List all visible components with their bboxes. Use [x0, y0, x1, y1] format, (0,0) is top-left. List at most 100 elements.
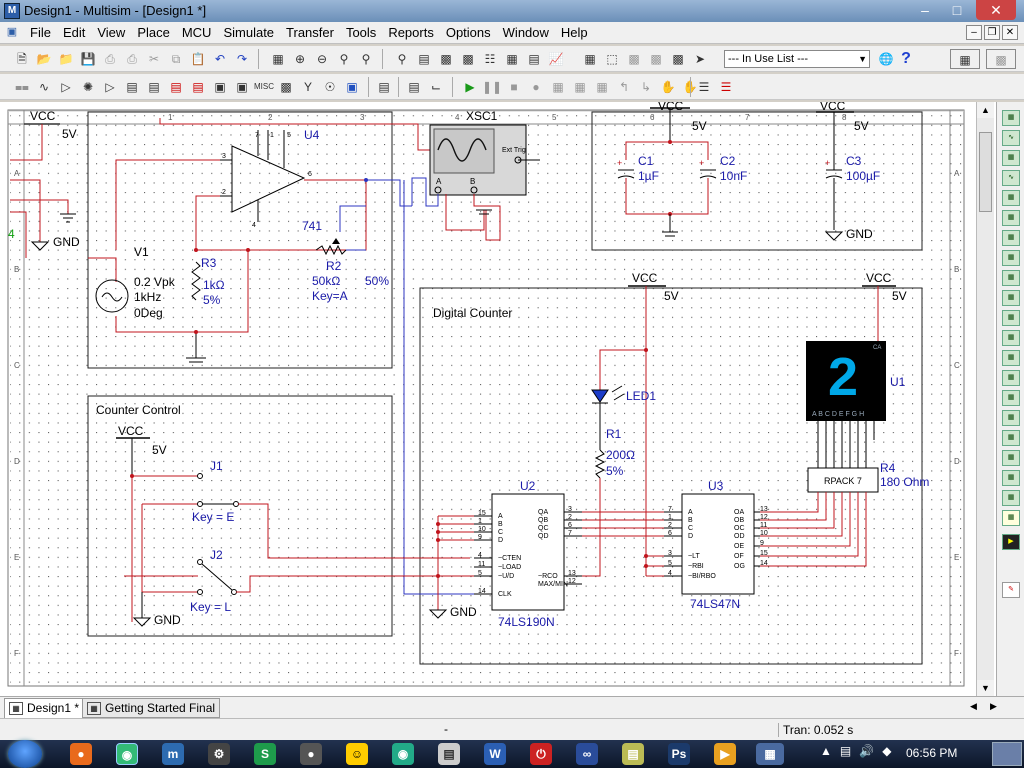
scroll-down-button[interactable]: ▼ [977, 680, 994, 696]
notepad-icon[interactable]: ▤ [438, 743, 460, 765]
step-icon[interactable]: ▦ [548, 77, 568, 97]
oscilloscope-icon[interactable]: ∿ [1002, 170, 1020, 186]
step-over-icon[interactable]: ▦ [592, 77, 612, 97]
step-out-icon[interactable]: ↰ [614, 77, 634, 97]
tektronix-scope-icon[interactable]: ▦ [1002, 450, 1020, 466]
mixed-icon[interactable]: ▤ [188, 77, 208, 97]
mdi-restore-button[interactable]: ❐ [984, 25, 1000, 40]
labview-icon[interactable]: ▦ [1002, 470, 1020, 486]
zoom-out-icon[interactable]: ⊖ [312, 49, 332, 69]
iv-analyzer-icon[interactable]: ▦ [1002, 310, 1020, 326]
mdi-minimize-button[interactable]: – [966, 25, 982, 40]
help-icon[interactable]: ? [896, 49, 916, 69]
menu-options[interactable]: Options [440, 22, 497, 43]
misc-digital-icon[interactable]: ▤ [166, 77, 186, 97]
indicator-icon[interactable]: ▣ [210, 77, 230, 97]
menu-mcu[interactable]: MCU [176, 22, 218, 43]
ttl-icon[interactable]: ▤ [122, 77, 142, 97]
database-icon[interactable]: ☷ [480, 49, 500, 69]
show-desktop-button[interactable] [992, 742, 1022, 766]
maximize-button[interactable]: □ [942, 0, 972, 20]
menu-tools[interactable]: Tools [340, 22, 382, 43]
area-select-icon[interactable]: ⬚ [602, 49, 622, 69]
tab-design1[interactable]: ▦ Design1 * [4, 698, 85, 718]
distortion-analyzer-icon[interactable]: ▦ [1002, 330, 1020, 346]
probe-icon[interactable]: ● [526, 77, 546, 97]
multisim-app-icon[interactable]: M [4, 3, 20, 19]
menu-reports[interactable]: Reports [382, 22, 440, 43]
tab-getting-started-final[interactable]: ▦ Getting Started Final [82, 698, 221, 718]
stop-simulation-icon[interactable]: ■ [504, 77, 524, 97]
skype-icon[interactable]: S [254, 743, 276, 765]
basic-icon[interactable]: ∿ [34, 77, 54, 97]
pen-icon[interactable]: ✎ [1002, 582, 1020, 598]
power-icon[interactable]: ▣ [232, 77, 252, 97]
menu-transfer[interactable]: Transfer [280, 22, 340, 43]
hierarchical-block-icon[interactable]: ▤ [374, 77, 394, 97]
print-preview-icon[interactable]: ⎙ [122, 49, 142, 69]
function-generator-icon[interactable]: ∿ [1002, 130, 1020, 146]
open-icon[interactable]: 📂 [34, 49, 54, 69]
minimize-button[interactable]: – [910, 0, 940, 20]
erc-icon[interactable]: ▦ [580, 49, 600, 69]
spectrum-analyzer-icon[interactable]: ▦ [1002, 350, 1020, 366]
transfer-icon[interactable]: ➤ [690, 49, 710, 69]
rf-icon[interactable]: Y [298, 77, 318, 97]
design-toolbox-icon[interactable]: ▩ [436, 49, 456, 69]
document-icon[interactable]: ▣ [4, 25, 20, 41]
menu-help[interactable]: Help [555, 22, 594, 43]
mdi-close-button[interactable]: ✕ [1002, 25, 1018, 40]
tray-arrow-icon[interactable]: ▲ [820, 744, 832, 758]
probe-arrow-icon[interactable]: ▶ [1002, 534, 1020, 550]
back-annotate-icon[interactable]: ▩ [624, 49, 644, 69]
taskbar-clock[interactable]: 06:56 PM [906, 746, 957, 760]
electromechanical-icon[interactable]: ☉ [320, 77, 340, 97]
postprocessor-icon[interactable]: ▤ [524, 49, 544, 69]
menu-file[interactable]: File [24, 22, 57, 43]
component-wizard-icon[interactable]: ▦ [502, 49, 522, 69]
menu-simulate[interactable]: Simulate [217, 22, 280, 43]
breakpoint-icon[interactable]: ✋ [658, 77, 678, 97]
messenger-icon[interactable]: ☺ [346, 743, 368, 765]
run-to-cursor-icon[interactable]: ↳ [636, 77, 656, 97]
scroll-thumb[interactable] [979, 132, 992, 212]
copy-icon[interactable]: ⧉ [166, 49, 186, 69]
network-icon[interactable]: ▤ [840, 744, 851, 758]
globe-icon[interactable]: 🌐 [876, 49, 896, 69]
cmos-icon[interactable]: ▤ [144, 77, 164, 97]
transistor-icon[interactable]: ✺ [78, 77, 98, 97]
word-icon[interactable]: W [484, 743, 506, 765]
measurement-probe-icon[interactable]: ▦ [1002, 510, 1020, 526]
tools-icon[interactable]: ⚙ [208, 743, 230, 765]
wire-icon[interactable]: ⌙ [426, 77, 446, 97]
step-into-icon[interactable]: ▦ [570, 77, 590, 97]
print-icon[interactable]: ⎙ [100, 49, 120, 69]
pause-simulation-icon[interactable]: ❚❚ [482, 77, 502, 97]
app-icon[interactable]: m [162, 743, 184, 765]
vertical-scrollbar[interactable]: ▲ ▼ [976, 102, 994, 696]
source-icon[interactable]: ⩵ [12, 77, 32, 97]
tab-scroll-right[interactable]: ▶ [990, 701, 997, 712]
paste-icon[interactable]: 📋 [188, 49, 208, 69]
analog-icon[interactable]: ▷ [100, 77, 120, 97]
save-icon[interactable]: 💾 [78, 49, 98, 69]
volume-icon[interactable]: 🔊 [859, 744, 874, 758]
breadboard-icon[interactable]: ▦ [950, 49, 980, 69]
word-generator-icon[interactable]: ▦ [1002, 250, 1020, 266]
zoom-fit-icon[interactable]: ⚲ [356, 49, 376, 69]
browser-icon[interactable]: ◉ [392, 743, 414, 765]
open-sample-icon[interactable]: 📁 [56, 49, 76, 69]
frequency-counter-icon[interactable]: ▦ [1002, 230, 1020, 246]
four-channel-scope-icon[interactable]: ▦ [1002, 190, 1020, 206]
redo-icon[interactable]: ↷ [232, 49, 252, 69]
spreadsheet-icon[interactable]: ▤ [414, 49, 434, 69]
start-button[interactable] [8, 740, 42, 768]
net-list-icon[interactable]: ☰ [694, 77, 714, 97]
find-icon[interactable]: ⚲ [392, 49, 412, 69]
photoshop-icon[interactable]: Ps [668, 743, 690, 765]
schematic-canvas[interactable]: 1 2 3 4 5 6 7 8 A B C D E F A B C D E F … [0, 102, 996, 696]
agilent-fg-icon[interactable]: ▦ [1002, 390, 1020, 406]
graph-list-icon[interactable]: ☰ [716, 77, 736, 97]
toggle-fullscreen-icon[interactable]: ▦ [268, 49, 288, 69]
menu-edit[interactable]: Edit [57, 22, 91, 43]
